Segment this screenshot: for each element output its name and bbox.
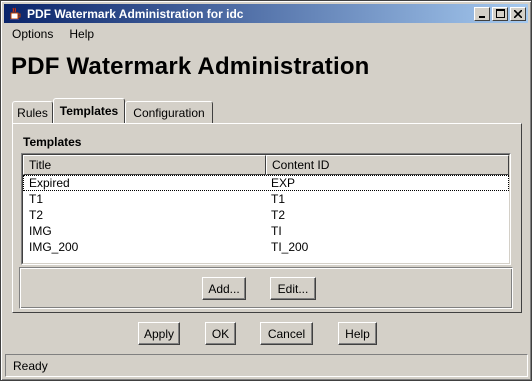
table-row[interactable]: T1 T1 [23, 191, 509, 207]
minimize-icon [478, 7, 486, 21]
column-header-content-id[interactable]: Content ID [266, 155, 509, 175]
cell-content-id: T1 [271, 192, 286, 206]
templates-panel: Templates Title Content ID Expired EXP T… [12, 123, 522, 313]
cell-content-id: TI [271, 224, 282, 238]
cell-title: Expired [29, 176, 70, 190]
close-button[interactable] [510, 6, 526, 21]
status-text: Ready [13, 358, 48, 373]
templates-table[interactable]: Title Content ID Expired EXP T1 T1 T2 T2 [21, 153, 511, 265]
minimize-button[interactable] [474, 6, 490, 21]
tab-templates[interactable]: Templates [53, 98, 125, 123]
template-actions: Add... Edit... [19, 267, 513, 309]
cell-title: IMG [29, 224, 52, 238]
table-row[interactable]: IMG TI [23, 223, 509, 239]
tab-label: Configuration [133, 105, 205, 120]
cell-content-id: EXP [271, 176, 296, 190]
menu-bar: Options Help [4, 24, 528, 44]
table-row[interactable]: IMG_200 TI_200 [23, 239, 509, 255]
cell-title: T2 [29, 208, 44, 222]
edit-button[interactable]: Edit... [270, 277, 316, 300]
maximize-icon [495, 7, 505, 21]
app-window: PDF Watermark Administration for idc Opt… [0, 0, 532, 381]
tab-label: Templates [59, 104, 119, 118]
tab-configuration[interactable]: Configuration [125, 101, 213, 123]
cell-content-id: T2 [271, 208, 286, 222]
java-cup-icon[interactable] [7, 6, 23, 22]
cell-title: T1 [29, 192, 44, 206]
cancel-button[interactable]: Cancel [260, 322, 313, 345]
add-button[interactable]: Add... [202, 277, 246, 300]
ok-button[interactable]: OK [205, 322, 236, 345]
table-row[interactable]: Expired EXP [23, 175, 509, 191]
group-title: Templates [23, 135, 82, 149]
menu-options[interactable]: Options [4, 27, 61, 41]
window-title: PDF Watermark Administration for idc [27, 6, 244, 21]
close-icon [513, 7, 523, 21]
table-row[interactable]: T2 T2 [23, 207, 509, 223]
tab-rules[interactable]: Rules [12, 101, 53, 123]
tab-label: Rules [17, 105, 48, 120]
column-header-title[interactable]: Title [23, 155, 266, 175]
status-bar: Ready [5, 354, 528, 377]
maximize-button[interactable] [492, 6, 508, 21]
page-title: PDF Watermark Administration [11, 53, 370, 80]
apply-button[interactable]: Apply [138, 322, 180, 345]
cell-content-id: TI_200 [271, 240, 309, 254]
help-button[interactable]: Help [338, 322, 377, 345]
menu-help[interactable]: Help [61, 27, 102, 41]
title-bar[interactable]: PDF Watermark Administration for idc [4, 4, 528, 23]
table-header: Title Content ID [23, 155, 509, 175]
cell-title: IMG_200 [29, 240, 79, 254]
